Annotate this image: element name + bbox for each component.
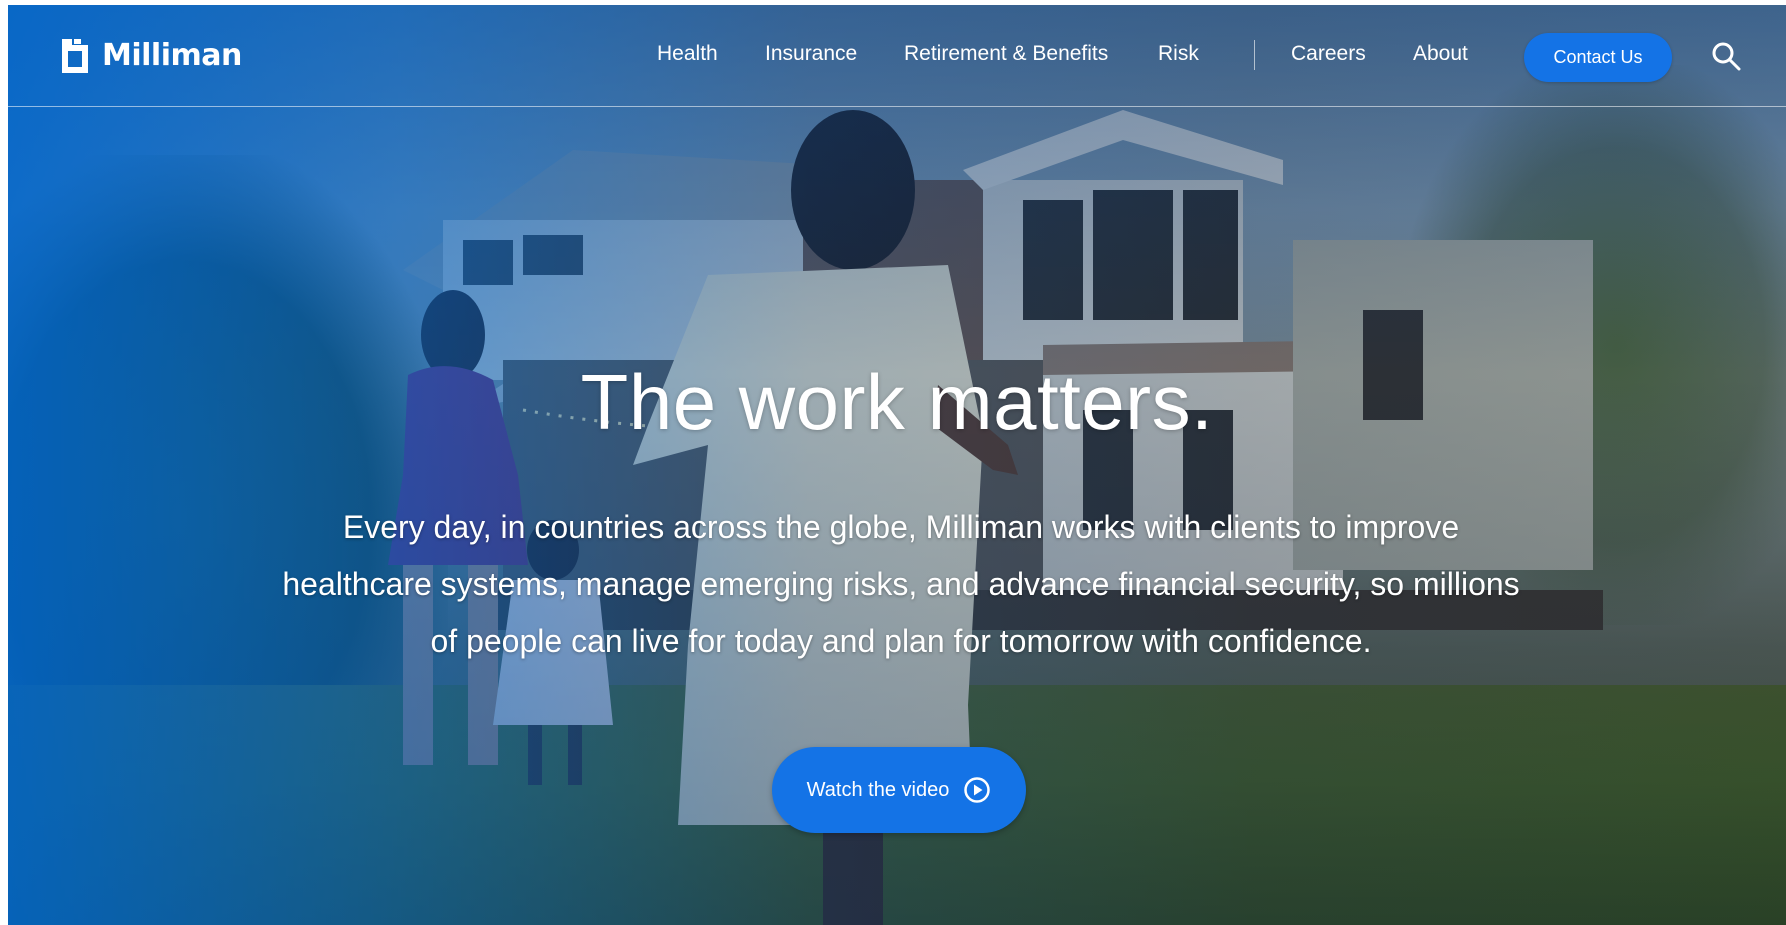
search-icon[interactable] bbox=[1711, 41, 1741, 71]
watch-video-button[interactable]: Watch the video bbox=[772, 747, 1026, 833]
nav-item-retirement-benefits[interactable]: Retirement & Benefits bbox=[904, 42, 1108, 66]
nav-item-about[interactable]: About bbox=[1413, 42, 1468, 66]
page-frame: Milliman Health Insurance Retirement & B… bbox=[8, 5, 1786, 925]
nav-item-risk[interactable]: Risk bbox=[1158, 42, 1199, 66]
site-header: Milliman Health Insurance Retirement & B… bbox=[8, 5, 1786, 107]
main-nav: Health Insurance Retirement & Benefits R… bbox=[8, 38, 1786, 74]
contact-us-button[interactable]: Contact Us bbox=[1524, 33, 1672, 82]
nav-item-health[interactable]: Health bbox=[657, 42, 718, 66]
nav-item-insurance[interactable]: Insurance bbox=[765, 42, 857, 66]
nav-divider bbox=[1254, 40, 1255, 70]
hero-title: The work matters. bbox=[580, 358, 1214, 446]
hero-subtitle: Every day, in countries across the globe… bbox=[282, 509, 1520, 659]
watch-video-label: Watch the video bbox=[806, 778, 950, 801]
nav-item-careers[interactable]: Careers bbox=[1291, 42, 1366, 66]
play-circle-icon bbox=[964, 777, 991, 803]
